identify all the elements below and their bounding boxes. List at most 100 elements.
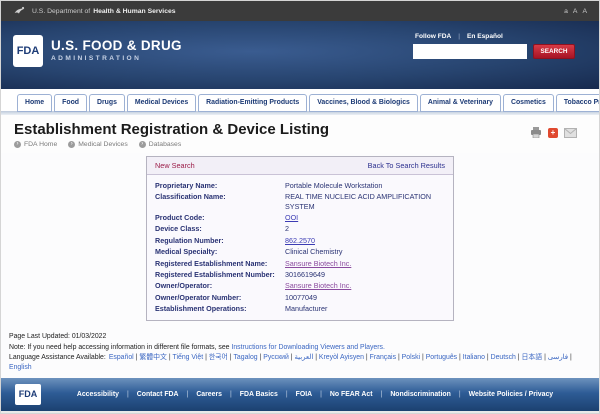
primary-nav: HomeFoodDrugsMedical DevicesRadiation-Em… bbox=[1, 89, 599, 111]
fda-page: U.S. Department of Health & Human Servic… bbox=[0, 0, 600, 414]
fda-header: FDA U.S. FOOD & DRUG ADMINISTRATION Foll… bbox=[1, 21, 599, 89]
breadcrumb-arrow-icon bbox=[139, 141, 146, 148]
footer-link[interactable]: Accessibility bbox=[77, 391, 137, 398]
row-label: Registered Establishment Name: bbox=[155, 259, 285, 268]
note-text: Note: If you need help accessing informa… bbox=[9, 344, 231, 351]
email-icon[interactable] bbox=[564, 128, 577, 138]
print-icon[interactable] bbox=[530, 127, 542, 138]
last-updated: Page Last Updated: 01/03/2022 bbox=[9, 332, 591, 342]
row-label: Owner/Operator Number: bbox=[155, 293, 285, 302]
nav-tab[interactable]: Food bbox=[54, 94, 87, 112]
footer-link[interactable]: FDA Basics bbox=[240, 391, 296, 398]
language-link[interactable]: Português bbox=[426, 354, 463, 361]
language-link[interactable]: Deutsch bbox=[491, 354, 522, 361]
language-link[interactable]: العربية bbox=[294, 354, 318, 361]
language-link[interactable]: Kreyòl Ayisyen bbox=[319, 354, 370, 361]
nav-tab[interactable]: Medical Devices bbox=[127, 94, 196, 112]
hhs-top-bar: U.S. Department of Health & Human Servic… bbox=[1, 1, 599, 21]
breadcrumb: FDA Home Medical Devices Databases bbox=[14, 141, 575, 148]
row-value[interactable]: Sansure Biotech Inc. bbox=[285, 259, 445, 268]
language-assistance: Language Assistance Available:Español繁體中… bbox=[9, 353, 591, 374]
text-size-button[interactable]: a bbox=[564, 8, 568, 15]
breadcrumb-item[interactable]: Databases bbox=[139, 141, 182, 148]
table-row: Owner/Operator: Sansure Biotech Inc. bbox=[155, 280, 445, 291]
footer-link[interactable]: Careers bbox=[196, 391, 239, 398]
text-size-button[interactable]: A bbox=[582, 8, 587, 15]
device-detail-panel: New Search Back To Search Results Propri… bbox=[146, 156, 454, 321]
footer-note: Page Last Updated: 01/03/2022 Note: If y… bbox=[1, 326, 599, 377]
language-link[interactable]: Русский bbox=[263, 354, 294, 361]
separator bbox=[458, 33, 460, 40]
table-row: Classification Name: REAL TIME NUCLEIC A… bbox=[155, 191, 445, 212]
row-value[interactable]: OOI bbox=[285, 213, 445, 222]
row-label: Regulation Number: bbox=[155, 236, 285, 245]
row-value[interactable]: Sansure Biotech Inc. bbox=[285, 281, 445, 290]
row-value: 3016619649 bbox=[285, 270, 445, 279]
nav-tab[interactable]: Tobacco Products bbox=[556, 94, 600, 112]
footer-link[interactable]: Nondiscrimination bbox=[390, 391, 468, 398]
language-link[interactable]: Français bbox=[370, 354, 402, 361]
breadcrumb-arrow-icon bbox=[68, 141, 75, 148]
brand-line2: ADMINISTRATION bbox=[51, 55, 182, 62]
language-link[interactable]: Polski bbox=[402, 354, 426, 361]
fda-logo[interactable]: FDA bbox=[13, 35, 43, 67]
language-link[interactable]: Italiano bbox=[463, 354, 491, 361]
row-value[interactable]: 862.2570 bbox=[285, 236, 445, 245]
search-input[interactable] bbox=[413, 44, 527, 59]
title-block: Establishment Registration & Device List… bbox=[1, 115, 599, 153]
row-label: Owner/Operator: bbox=[155, 281, 285, 290]
table-row: Registered Establishment Name: Sansure B… bbox=[155, 258, 445, 269]
back-to-results-link[interactable]: Back To Search Results bbox=[368, 161, 445, 170]
language-link[interactable]: Tagalog bbox=[233, 354, 263, 361]
language-link[interactable]: 日本語 bbox=[522, 354, 548, 361]
search-area: SEARCH bbox=[413, 44, 575, 59]
text-size-controls: aAA bbox=[564, 8, 587, 15]
breadcrumb-label: Medical Devices bbox=[78, 141, 127, 148]
language-link[interactable]: 한국어 bbox=[209, 354, 234, 361]
language-link[interactable]: Español bbox=[109, 354, 140, 361]
row-value: Manufacturer bbox=[285, 304, 445, 313]
footer-link[interactable]: Website Policies / Privacy bbox=[469, 391, 554, 398]
language-link[interactable]: 繁體中文 bbox=[139, 354, 172, 361]
nav-tab[interactable]: Home bbox=[17, 94, 52, 112]
panel-header: New Search Back To Search Results bbox=[147, 157, 453, 175]
breadcrumb-label: FDA Home bbox=[24, 141, 57, 148]
table-row: Establishment Operations: Manufacturer bbox=[155, 303, 445, 314]
share-icon[interactable] bbox=[548, 128, 558, 138]
table-row: Product Code: OOI bbox=[155, 212, 445, 223]
row-label: Device Class: bbox=[155, 224, 285, 233]
table-row: Owner/Operator Number: 10077049 bbox=[155, 292, 445, 303]
row-label: Classification Name: bbox=[155, 192, 285, 211]
new-search-link[interactable]: New Search bbox=[155, 161, 195, 170]
footer-link[interactable]: No FEAR Act bbox=[330, 391, 390, 398]
device-detail-table: Proprietary Name: Portable Molecule Work… bbox=[147, 175, 453, 320]
row-value: Clinical Chemistry bbox=[285, 247, 445, 256]
table-row: Registered Establishment Number: 3016619… bbox=[155, 269, 445, 280]
table-row: Medical Specialty: Clinical Chemistry bbox=[155, 246, 445, 257]
language-link[interactable]: English bbox=[9, 364, 32, 371]
breadcrumb-item[interactable]: Medical Devices bbox=[68, 141, 127, 148]
nav-tab[interactable]: Animal & Veterinary bbox=[420, 94, 501, 112]
row-label: Registered Establishment Number: bbox=[155, 270, 285, 279]
language-link[interactable]: فارسی bbox=[548, 354, 572, 361]
hhs-dept-name: Health & Human Services bbox=[93, 8, 175, 15]
text-size-button[interactable]: A bbox=[573, 8, 578, 15]
breadcrumb-item[interactable]: FDA Home bbox=[14, 141, 57, 148]
nav-tab[interactable]: Vaccines, Blood & Biologics bbox=[309, 94, 418, 112]
viewers-players-link[interactable]: Instructions for Downloading Viewers and… bbox=[231, 344, 384, 351]
footer-link[interactable]: Contact FDA bbox=[137, 391, 197, 398]
footer-fda-logo[interactable]: FDA bbox=[15, 384, 41, 405]
nav-tab[interactable]: Drugs bbox=[89, 94, 125, 112]
search-button[interactable]: SEARCH bbox=[533, 44, 575, 59]
breadcrumb-arrow-icon bbox=[14, 141, 21, 148]
row-label: Proprietary Name: bbox=[155, 181, 285, 190]
hhs-dept-prefix: U.S. Department of bbox=[32, 8, 90, 15]
nav-tab[interactable]: Radiation-Emitting Products bbox=[198, 94, 307, 112]
nav-tab[interactable]: Cosmetics bbox=[503, 94, 554, 112]
en-espanol-link[interactable]: En Español bbox=[467, 33, 503, 40]
language-link[interactable]: Tiếng Việt bbox=[173, 354, 209, 361]
footer-bar: FDA AccessibilityContact FDACareersFDA B… bbox=[1, 378, 599, 411]
table-row: Device Class: 2 bbox=[155, 223, 445, 234]
footer-link[interactable]: FOIA bbox=[296, 391, 330, 398]
follow-fda-link[interactable]: Follow FDA bbox=[415, 33, 451, 40]
